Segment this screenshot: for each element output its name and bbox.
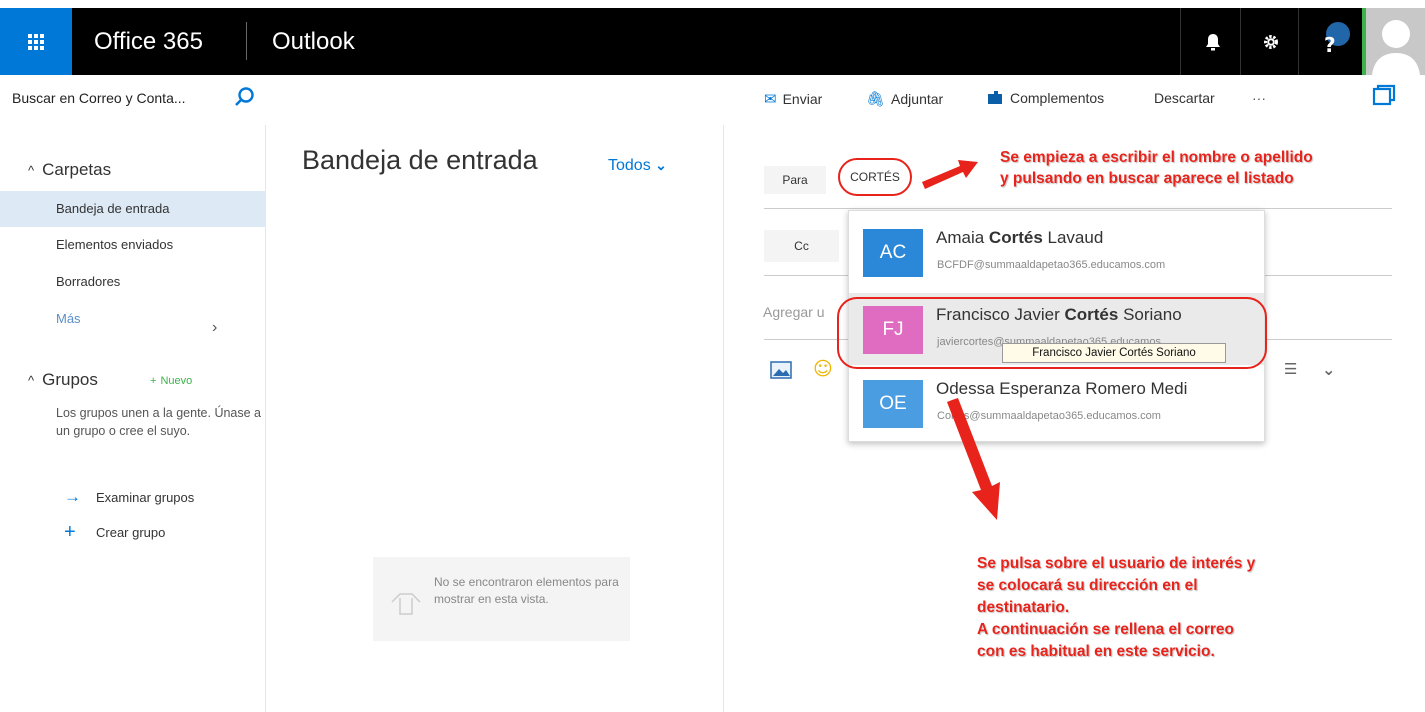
suggestion-email: BCFDF@summaaldapetao365.educamos.com	[937, 259, 1166, 271]
help-button[interactable]: ?	[1302, 8, 1357, 75]
cc-button[interactable]: Cc	[764, 230, 839, 262]
divider	[764, 208, 1392, 209]
paperclip-icon: 🖇	[866, 91, 886, 108]
empty-state-text: No se encontraron elementos para mostrar…	[434, 575, 619, 606]
send-label: Enviar	[782, 91, 823, 107]
sidebar-item-label: Más	[56, 311, 81, 326]
create-group-link[interactable]: + Crear grupo	[64, 521, 165, 544]
app-title[interactable]: Outlook	[272, 28, 355, 56]
chevron-down-icon[interactable]: ⌄	[1322, 360, 1335, 379]
new-group-link[interactable]: + Nuevo	[150, 375, 196, 387]
topbar-divider	[246, 22, 247, 60]
sidebar-item-drafts[interactable]: Borradores	[0, 264, 266, 300]
discard-label: Descartar	[1154, 90, 1215, 106]
brand-title[interactable]: Office 365	[94, 28, 203, 56]
topbar-divider	[1298, 8, 1299, 75]
folders-header-label: Carpetas	[42, 160, 112, 179]
to-field-value[interactable]: CORTÉS	[838, 158, 912, 196]
folders-header[interactable]: ^ Carpetas	[28, 160, 111, 180]
gear-icon	[1263, 34, 1278, 49]
annotation-text-top: Se empieza a escribir el nombre o apelli…	[1000, 149, 1313, 187]
sidebar-item-inbox[interactable]: Bandeja de entrada	[0, 191, 266, 227]
attach-label: Adjuntar	[891, 91, 944, 107]
avatar: AC	[863, 229, 923, 277]
addins-button[interactable]: Complementos	[986, 90, 1104, 106]
insert-picture-icon[interactable]	[770, 360, 792, 380]
formatting-icon[interactable]: ☰	[1284, 360, 1297, 378]
chevron-right-icon: ›	[212, 319, 218, 336]
settings-button[interactable]	[1243, 8, 1298, 75]
svg-text:?: ?	[1324, 33, 1336, 57]
filter-label: Todos	[608, 157, 651, 174]
create-group-label: Crear grupo	[96, 525, 166, 540]
waffle-icon	[28, 33, 44, 50]
explore-groups-label: Examinar grupos	[96, 489, 195, 505]
annotation-arrow	[922, 160, 978, 189]
sidebar-item-more[interactable]: Más ›	[0, 301, 266, 337]
help-icon: ?	[1324, 21, 1350, 57]
plus-icon: +	[64, 521, 76, 543]
suggestion-email: Cortes@summaaldapetao365.educamos.com	[937, 410, 1161, 422]
search-icon[interactable]	[234, 86, 256, 108]
chevron-up-icon: ^	[28, 373, 35, 388]
topbar-divider	[1180, 8, 1181, 75]
more-commands-button[interactable]: ···	[1252, 90, 1266, 106]
topbar-divider	[1240, 8, 1241, 75]
groups-header[interactable]: ^ Grupos	[28, 370, 98, 390]
tooltip: Francisco Javier Cortés Soriano	[1002, 343, 1226, 363]
suggestion-name: Odessa Esperanza Romero Medi	[936, 379, 1188, 398]
sidebar-item-label: Borradores	[56, 274, 121, 289]
groups-description: Los grupos unen a la gente. Únase a un g…	[56, 406, 262, 438]
arrow-right-icon: →	[64, 487, 81, 506]
user-avatar-button[interactable]	[1362, 8, 1425, 75]
discard-button[interactable]: Descartar	[1154, 90, 1215, 106]
subject-input[interactable]: Agregar u	[763, 304, 824, 320]
suggestion-name: Amaia Cortés Lavaud	[936, 228, 1104, 247]
filter-dropdown[interactable]: Todos ⌄	[608, 157, 667, 175]
chevron-up-icon: ^	[28, 163, 35, 178]
addins-icon	[988, 91, 1002, 104]
emoji-icon[interactable]: ☺	[813, 358, 833, 380]
sidebar-item-label: Elementos enviados	[56, 237, 174, 252]
list-item[interactable]: OE Odessa Esperanza Romero Medi Cortes@s…	[849, 367, 1264, 439]
list-item[interactable]: AC Amaia Cortés Lavaud BCFDF@summaaldape…	[849, 216, 1264, 288]
addins-label: Complementos	[1010, 90, 1105, 106]
empty-folder-icon	[391, 593, 421, 615]
annotation-text-bottom: Se pulsa sobre el usuario de interés y s…	[977, 555, 1256, 660]
more-icon: ···	[1252, 90, 1266, 106]
sidebar-item-sent[interactable]: Elementos enviados	[0, 227, 266, 263]
page-title: Bandeja de entrada	[302, 145, 538, 175]
to-button[interactable]: Para	[764, 166, 826, 194]
search-input[interactable]: Buscar en Correo y Conta...	[12, 90, 186, 106]
plus-icon: +	[150, 375, 157, 387]
bell-icon	[1205, 33, 1220, 50]
explore-groups-link[interactable]: → Examinar grupos	[64, 487, 194, 507]
app-launcher-button[interactable]	[0, 8, 72, 75]
send-icon: ✉	[764, 91, 777, 108]
avatar: OE	[863, 380, 923, 428]
sidebar-item-label: Bandeja de entrada	[56, 201, 170, 216]
avatar	[1372, 20, 1420, 75]
new-group-label: Nuevo	[160, 375, 193, 387]
send-button[interactable]: ✉ Enviar	[764, 90, 822, 108]
groups-header-label: Grupos	[42, 370, 98, 389]
chevron-down-icon: ⌄	[655, 157, 667, 173]
attach-button[interactable]: 🖇 Adjuntar	[866, 90, 943, 108]
popout-icon[interactable]	[1372, 84, 1396, 106]
notifications-button[interactable]	[1185, 8, 1240, 75]
